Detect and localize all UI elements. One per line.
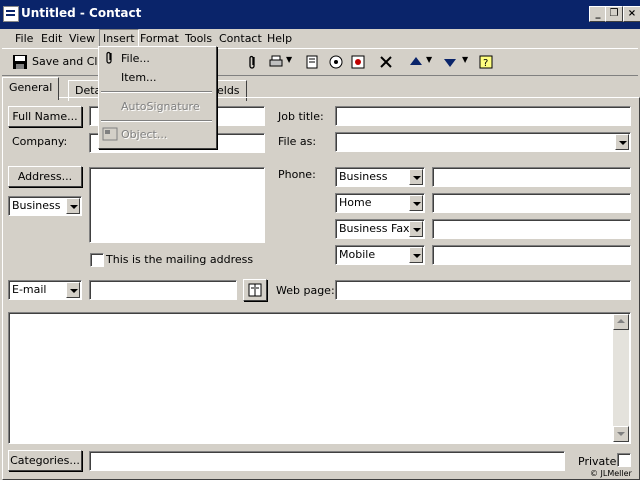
- file-as-combo[interactable]: [335, 132, 631, 152]
- print-dropdown-icon[interactable]: ▼: [286, 55, 292, 64]
- save-icon: [13, 55, 27, 69]
- phone-type-value: Mobile: [339, 248, 376, 261]
- paperclip-icon: [106, 51, 112, 64]
- menu-contact[interactable]: Contact: [216, 30, 265, 47]
- chevron-down-icon[interactable]: [615, 134, 629, 150]
- phone-input-4[interactable]: [432, 245, 631, 265]
- menu-tools[interactable]: Tools: [182, 30, 215, 47]
- phone-type-value: Business Fax: [339, 222, 410, 235]
- phone-type-combo-3[interactable]: Business Fax: [335, 219, 425, 239]
- print-icon[interactable]: [268, 54, 284, 70]
- chevron-down-icon[interactable]: [409, 247, 423, 263]
- insert-menu: File... Item... AutoSignature Object...: [98, 46, 217, 149]
- phone-type-combo-2[interactable]: Home: [335, 193, 425, 213]
- scroll-down-button[interactable]: [613, 426, 629, 442]
- up-dropdown-icon[interactable]: ▼: [426, 55, 432, 64]
- svg-text:?: ?: [483, 58, 488, 69]
- file-as-label: File as:: [278, 135, 317, 148]
- company-label: Company:: [12, 135, 68, 148]
- close-button[interactable]: ×: [623, 6, 640, 22]
- contact-card-icon[interactable]: [3, 6, 19, 22]
- menu-separator: [101, 120, 212, 122]
- tab-general[interactable]: General: [2, 77, 60, 100]
- phone-input-2[interactable]: [432, 193, 631, 213]
- menu-format[interactable]: Format: [137, 30, 182, 47]
- insert-item-item[interactable]: Item...: [121, 69, 157, 87]
- address-type-value: Business: [12, 199, 61, 212]
- phone-type-combo-1[interactable]: Business: [335, 167, 425, 187]
- title-bar: Untitled - Contact _ ❐ ×: [0, 0, 640, 29]
- chevron-down-icon[interactable]: [409, 195, 423, 211]
- chevron-down-icon[interactable]: [66, 198, 80, 214]
- delete-icon[interactable]: [378, 54, 394, 70]
- menu-edit[interactable]: Edit: [38, 30, 65, 47]
- restore-button[interactable]: ❐: [605, 6, 623, 22]
- menu-view[interactable]: View: [66, 30, 98, 47]
- address-book-button[interactable]: [243, 279, 267, 301]
- private-label: Private: [578, 455, 617, 468]
- mailing-address-label: This is the mailing address: [106, 253, 254, 266]
- up-arrow-icon[interactable]: [408, 54, 424, 70]
- email-input[interactable]: [89, 280, 237, 300]
- mailing-address-checkbox[interactable]: [90, 253, 104, 267]
- email-type-combo[interactable]: E-mail: [8, 280, 82, 300]
- web-page-input[interactable]: [335, 280, 631, 300]
- categories-input[interactable]: [89, 451, 565, 471]
- window-title: Untitled - Contact: [21, 6, 142, 20]
- notes-scrollbar[interactable]: [613, 314, 629, 442]
- flag-icon[interactable]: [328, 54, 344, 70]
- job-title-input[interactable]: [335, 106, 631, 126]
- chevron-down-icon[interactable]: [409, 169, 423, 185]
- phone-label: Phone:: [278, 168, 316, 181]
- insert-file-item[interactable]: File...: [121, 50, 150, 68]
- menu-separator: [101, 91, 212, 93]
- phone-type-combo-4[interactable]: Mobile: [335, 245, 425, 265]
- insert-autosignature-item[interactable]: AutoSignature: [121, 98, 200, 116]
- chevron-down-icon[interactable]: [66, 282, 80, 298]
- phone-input-1[interactable]: [432, 167, 631, 187]
- full-name-button[interactable]: Full Name...: [8, 106, 82, 127]
- notes-icon[interactable]: [304, 54, 320, 70]
- phone-type-value: Home: [339, 196, 372, 209]
- insert-object-item[interactable]: Object...: [121, 126, 167, 144]
- phone-type-value: Business: [339, 170, 388, 183]
- notes-textarea[interactable]: [8, 312, 631, 444]
- menu-file[interactable]: File: [12, 30, 36, 47]
- address-button[interactable]: Address...: [8, 166, 82, 187]
- address-textarea[interactable]: [89, 167, 265, 243]
- phone-input-3[interactable]: [432, 219, 631, 239]
- save-close-button[interactable]: Save and Close: [10, 52, 117, 72]
- down-dropdown-icon[interactable]: ▼: [462, 55, 468, 64]
- job-title-label: Job title:: [278, 110, 324, 123]
- chevron-down-icon[interactable]: [409, 221, 423, 237]
- menu-bar: File Edit View Insert Format Tools Conta…: [0, 29, 640, 48]
- address-type-combo[interactable]: Business: [8, 196, 82, 216]
- web-page-label: Web page:: [276, 284, 335, 297]
- private-checkbox[interactable]: [617, 453, 631, 467]
- help-icon[interactable]: ?: [478, 54, 494, 70]
- paperclip-icon[interactable]: [244, 54, 260, 70]
- email-type-value: E-mail: [12, 283, 47, 296]
- down-arrow-icon[interactable]: [442, 54, 458, 70]
- scroll-up-button[interactable]: [613, 314, 629, 330]
- categories-button[interactable]: Categories...: [8, 450, 82, 471]
- object-icon: [102, 127, 118, 141]
- outlook-icon[interactable]: [350, 54, 366, 70]
- watermark: © JLMeller: [590, 469, 632, 478]
- menu-help[interactable]: Help: [264, 30, 295, 47]
- address-book-icon: [248, 283, 262, 297]
